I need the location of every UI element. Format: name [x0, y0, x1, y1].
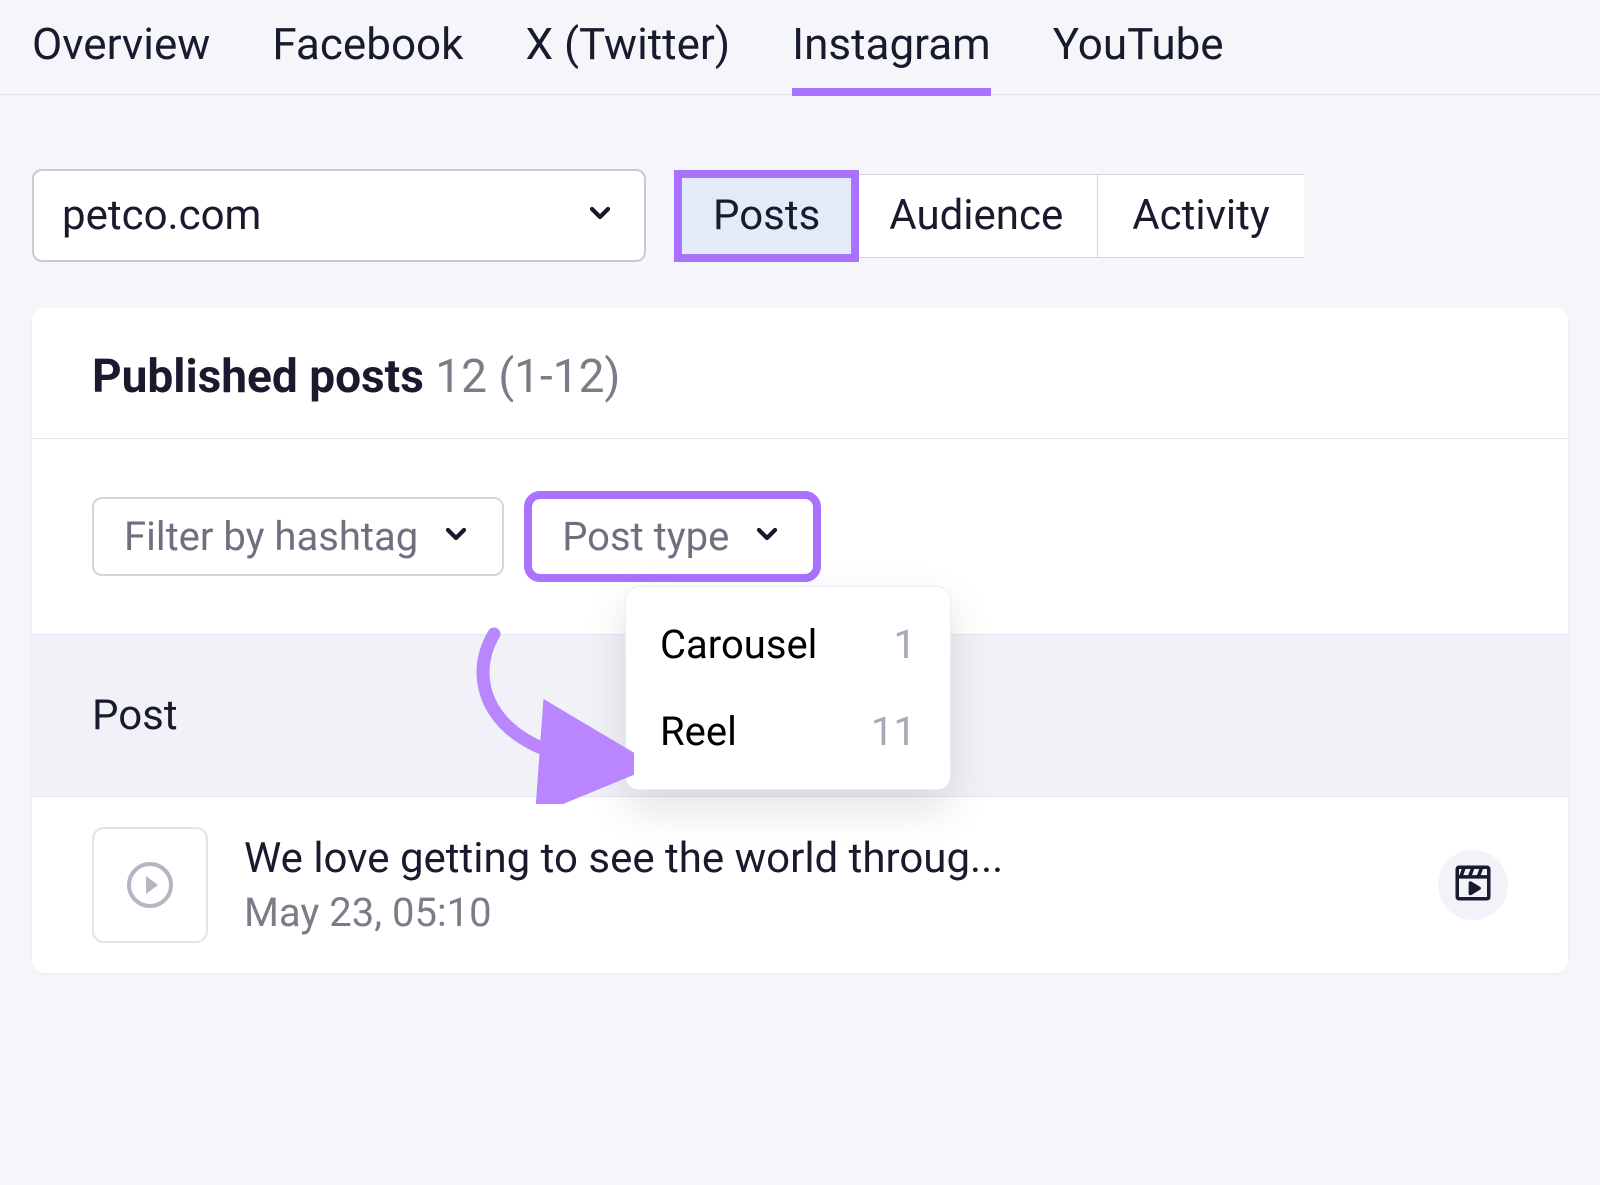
card-title-count: 12 (1-12) — [435, 350, 620, 404]
play-icon — [127, 862, 173, 908]
post-text: We love getting to see the world throug.… — [244, 834, 1402, 936]
card-title-label: Published posts — [92, 350, 424, 404]
domain-value: petco.com — [62, 191, 261, 240]
post-title: We love getting to see the world throug.… — [244, 834, 1402, 883]
sub-row: petco.com Posts Audience Activity — [0, 95, 1600, 262]
chevron-down-icon — [751, 513, 783, 560]
clapperboard-icon — [1452, 862, 1494, 908]
option-label: Reel — [660, 708, 737, 755]
subtab-posts[interactable]: Posts — [678, 174, 855, 258]
post-type-badge — [1438, 850, 1508, 920]
post-date: May 23, 05:10 — [244, 889, 1402, 936]
subtab-activity[interactable]: Activity — [1098, 174, 1304, 258]
post-type-option-carousel[interactable]: Carousel 1 — [626, 601, 950, 688]
filter-post-type[interactable]: Post type — [530, 497, 815, 576]
domain-select[interactable]: petco.com — [32, 169, 646, 262]
tab-instagram[interactable]: Instagram — [792, 18, 991, 94]
chevron-down-icon — [440, 513, 472, 560]
content-sub-tabs: Posts Audience Activity — [678, 174, 1304, 258]
top-tabs: Overview Facebook X (Twitter) Instagram … — [0, 0, 1600, 95]
post-type-option-reel[interactable]: Reel 11 — [626, 688, 950, 775]
chevron-down-icon — [584, 191, 616, 240]
card-title: Published posts 12 (1-12) — [92, 350, 1508, 404]
post-type-dropdown: Carousel 1 Reel 11 — [625, 586, 951, 790]
table-row[interactable]: We love getting to see the world throug.… — [32, 797, 1568, 973]
subtab-audience[interactable]: Audience — [855, 174, 1098, 258]
option-count: 1 — [894, 621, 916, 668]
post-thumbnail — [92, 827, 208, 943]
option-label: Carousel — [660, 621, 817, 668]
tab-facebook[interactable]: Facebook — [272, 18, 463, 94]
tab-twitter[interactable]: X (Twitter) — [525, 18, 730, 94]
filter-hashtag[interactable]: Filter by hashtag — [92, 497, 504, 576]
option-count: 11 — [871, 708, 916, 755]
annotation-arrow — [454, 624, 634, 804]
filter-hashtag-label: Filter by hashtag — [124, 513, 418, 560]
col-post: Post — [92, 691, 178, 740]
tab-youtube[interactable]: YouTube — [1053, 18, 1224, 94]
tab-overview[interactable]: Overview — [32, 18, 210, 94]
card-header: Published posts 12 (1-12) — [32, 308, 1568, 439]
filter-post-type-label: Post type — [562, 513, 729, 560]
